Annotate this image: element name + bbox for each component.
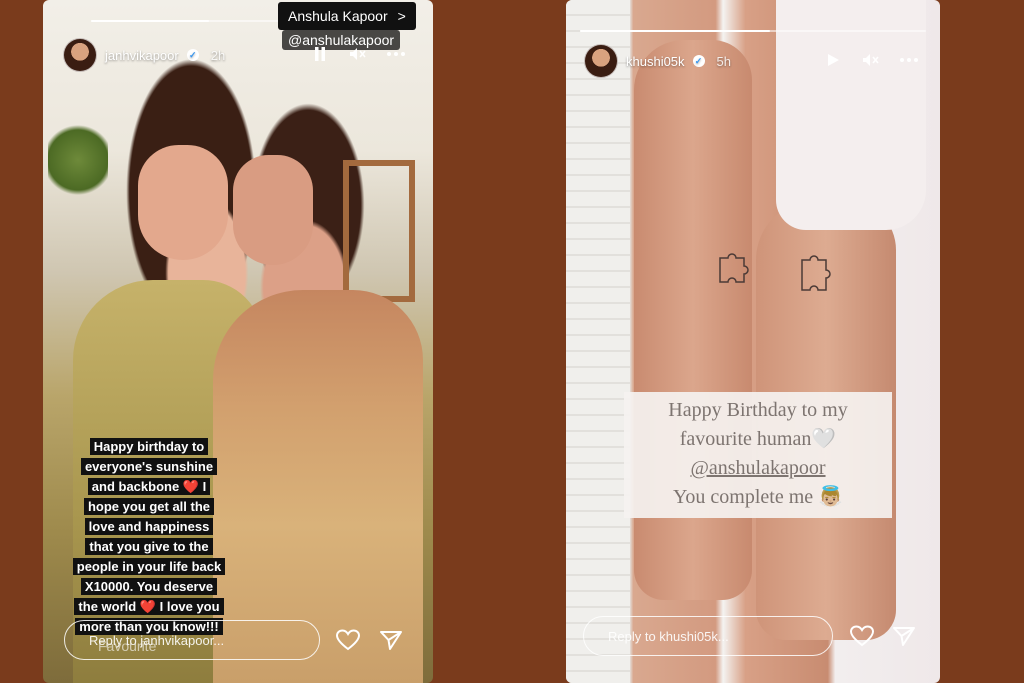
photo-face-right <box>233 155 313 265</box>
verified-badge-icon: ✓ <box>186 49 199 61</box>
send-icon[interactable] <box>890 622 918 650</box>
favourite-sticker: Favourite <box>98 638 157 654</box>
caption-line: Happy Birthday to my <box>668 399 848 421</box>
mention-tag[interactable]: Anshula Kapoor > <box>278 2 416 30</box>
caption-line: Happy birthday to <box>89 438 209 455</box>
mute-icon[interactable] <box>860 50 882 70</box>
caption-line: love and happiness <box>84 518 214 535</box>
photo-door-frame <box>343 160 415 302</box>
story-progress-fill <box>580 30 771 32</box>
caption-line: X10000. You deserve <box>80 578 218 595</box>
story-progress-bar <box>580 30 926 32</box>
caption-line: people in your life back <box>72 558 226 575</box>
photo-background-plants <box>48 120 108 200</box>
story-controls <box>309 44 407 64</box>
story-caption: Happy Birthday to my favourite human🤍 @a… <box>624 392 892 518</box>
caption-mention[interactable]: @anshulakapoor <box>624 454 892 483</box>
caption-line: the world ❤️ I love you <box>74 598 224 615</box>
post-time: 2h <box>210 47 226 63</box>
more-icon[interactable] <box>385 44 407 64</box>
story-janhvikapoor[interactable]: janhvikapoor ✓ 2h Anshula Kapoor > @ansh… <box>43 0 433 683</box>
reply-input[interactable] <box>606 627 832 645</box>
story-caption: Happy birthday to everyone's sunshine an… <box>69 437 229 637</box>
reply-field[interactable] <box>583 616 833 656</box>
story-progress-fill <box>91 20 209 22</box>
caption-line: You complete me 👼🏼 <box>672 486 844 508</box>
photo-shirt-right <box>776 0 926 230</box>
send-icon[interactable] <box>377 626 405 654</box>
story-header: janhvikapoor ✓ 2h <box>63 38 225 72</box>
caption-line: hope you get all the <box>83 498 215 515</box>
post-time: 5h <box>716 53 732 69</box>
photo-sleeve-left <box>566 0 630 683</box>
caption-line: and backbone ❤️ I <box>87 478 211 495</box>
heart-icon[interactable] <box>848 622 876 650</box>
puzzle-tattoo-left-icon <box>714 250 754 295</box>
avatar[interactable] <box>63 38 97 72</box>
more-icon[interactable] <box>898 50 920 70</box>
story-header: khushi05k ✓ 5h <box>584 44 731 78</box>
heart-icon[interactable] <box>334 626 362 654</box>
username[interactable]: khushi05k <box>626 54 685 69</box>
mention-name: Anshula Kapoor <box>288 8 388 24</box>
photo-face-left <box>138 145 228 260</box>
verified-badge-icon: ✓ <box>692 55 705 67</box>
caption-line: that you give to the <box>85 538 213 555</box>
play-icon[interactable] <box>822 50 844 70</box>
pause-icon[interactable] <box>309 44 331 64</box>
chevron-right-icon: > <box>397 8 406 24</box>
mute-icon[interactable] <box>347 44 369 64</box>
username[interactable]: janhvikapoor <box>105 48 179 63</box>
caption-line: everyone's sunshine <box>80 458 218 475</box>
story-khushi05k[interactable]: khushi05k ✓ 5h <box>566 0 940 683</box>
caption-line: favourite human🤍 <box>679 428 837 450</box>
avatar[interactable] <box>584 44 618 78</box>
story-controls <box>822 50 920 70</box>
puzzle-tattoo-right-icon <box>796 250 836 305</box>
